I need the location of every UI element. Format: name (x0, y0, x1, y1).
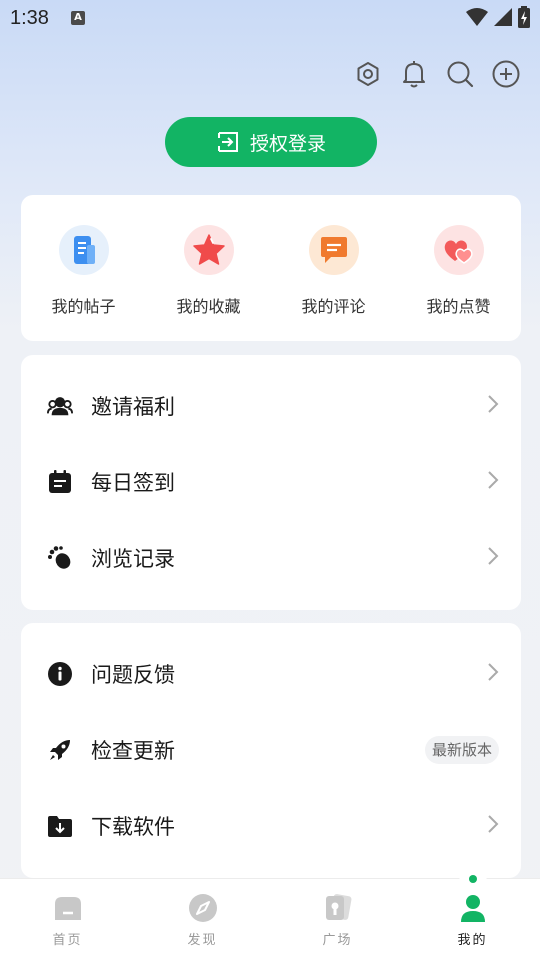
menu-item-download[interactable]: 下载软件 (21, 788, 521, 864)
menu-label: 下载软件 (91, 815, 175, 839)
menu-item-invite[interactable]: 邀请福利 (21, 368, 521, 444)
document-icon (58, 225, 109, 275)
bottom-nav: 首页 发现 广场 我的 (0, 871, 540, 960)
menu-item-feedback[interactable]: 问题反馈 (21, 636, 521, 712)
nav-label: 首页 (52, 933, 83, 948)
shortcut-my-likes[interactable]: 我的点赞 (409, 225, 509, 341)
menu-label: 问题反馈 (91, 663, 175, 687)
star-icon (183, 225, 234, 275)
signal-icon (494, 8, 512, 26)
search-icon[interactable] (446, 58, 474, 90)
menu-label: 每日签到 (91, 471, 175, 495)
calendar-icon (47, 469, 73, 495)
menu-item-checkin[interactable]: 每日签到 (21, 444, 521, 520)
shortcut-label: 我的收藏 (176, 297, 241, 316)
version-badge: 最新版本 (424, 736, 499, 764)
status-time: 1:38 (10, 6, 49, 29)
nav-label: 我的 (457, 933, 488, 948)
shortcut-card: 我的帖子 我的收藏 我的评论 我的点赞 (21, 195, 521, 341)
chevron-right-icon (488, 663, 499, 681)
top-actions (354, 58, 520, 90)
nav-discover[interactable]: 发现 (135, 879, 270, 960)
nav-label: 广场 (322, 933, 353, 948)
invite-users-icon (47, 393, 73, 419)
bell-icon[interactable] (400, 58, 428, 90)
login-icon (217, 132, 238, 152)
settings-icon[interactable] (354, 58, 382, 90)
chevron-right-icon (488, 395, 499, 413)
menu-label: 检查更新 (91, 739, 175, 763)
shortcut-label: 我的帖子 (51, 297, 116, 316)
shortcut-label: 我的评论 (301, 297, 366, 316)
status-indicators (466, 6, 530, 28)
shortcut-label: 我的点赞 (426, 297, 491, 316)
nav-label: 发现 (187, 933, 218, 948)
nav-square[interactable]: 广场 (270, 879, 405, 960)
info-icon (47, 661, 73, 687)
menu-label: 邀请福利 (91, 395, 175, 419)
menu-item-history[interactable]: 浏览记录 (21, 520, 521, 596)
chevron-right-icon (488, 547, 499, 565)
menu-item-check-update[interactable]: 检查更新 最新版本 (21, 712, 521, 788)
app-notification-icon: A (70, 11, 85, 25)
nav-home[interactable]: 首页 (0, 879, 135, 960)
download-folder-icon (47, 813, 73, 839)
shortcut-my-comments[interactable]: 我的评论 (284, 225, 384, 341)
square-icon (323, 893, 353, 923)
menu-card-2: 问题反馈 检查更新 最新版本 下载软件 (21, 623, 521, 878)
wifi-icon (466, 8, 488, 26)
status-bar: 1:38 A (0, 0, 540, 36)
menu-card-1: 邀请福利 每日签到 浏览记录 (21, 355, 521, 610)
compass-icon (188, 893, 218, 923)
footprint-icon (47, 545, 73, 571)
hearts-icon (433, 225, 484, 275)
nav-mine[interactable]: 我的 (405, 871, 540, 960)
add-circle-icon[interactable] (492, 58, 520, 90)
chevron-right-icon (488, 471, 499, 489)
battery-icon (518, 6, 530, 28)
chevron-right-icon (488, 815, 499, 833)
profile-icon (458, 893, 488, 923)
home-icon (53, 893, 83, 923)
shortcut-my-posts[interactable]: 我的帖子 (34, 225, 134, 341)
shortcut-my-favorites[interactable]: 我的收藏 (159, 225, 259, 341)
login-button-label: 授权登录 (249, 132, 326, 155)
comment-icon (308, 225, 359, 275)
authorize-login-button[interactable]: 授权登录 (165, 117, 377, 167)
rocket-icon (47, 737, 73, 763)
menu-label: 浏览记录 (91, 547, 175, 571)
